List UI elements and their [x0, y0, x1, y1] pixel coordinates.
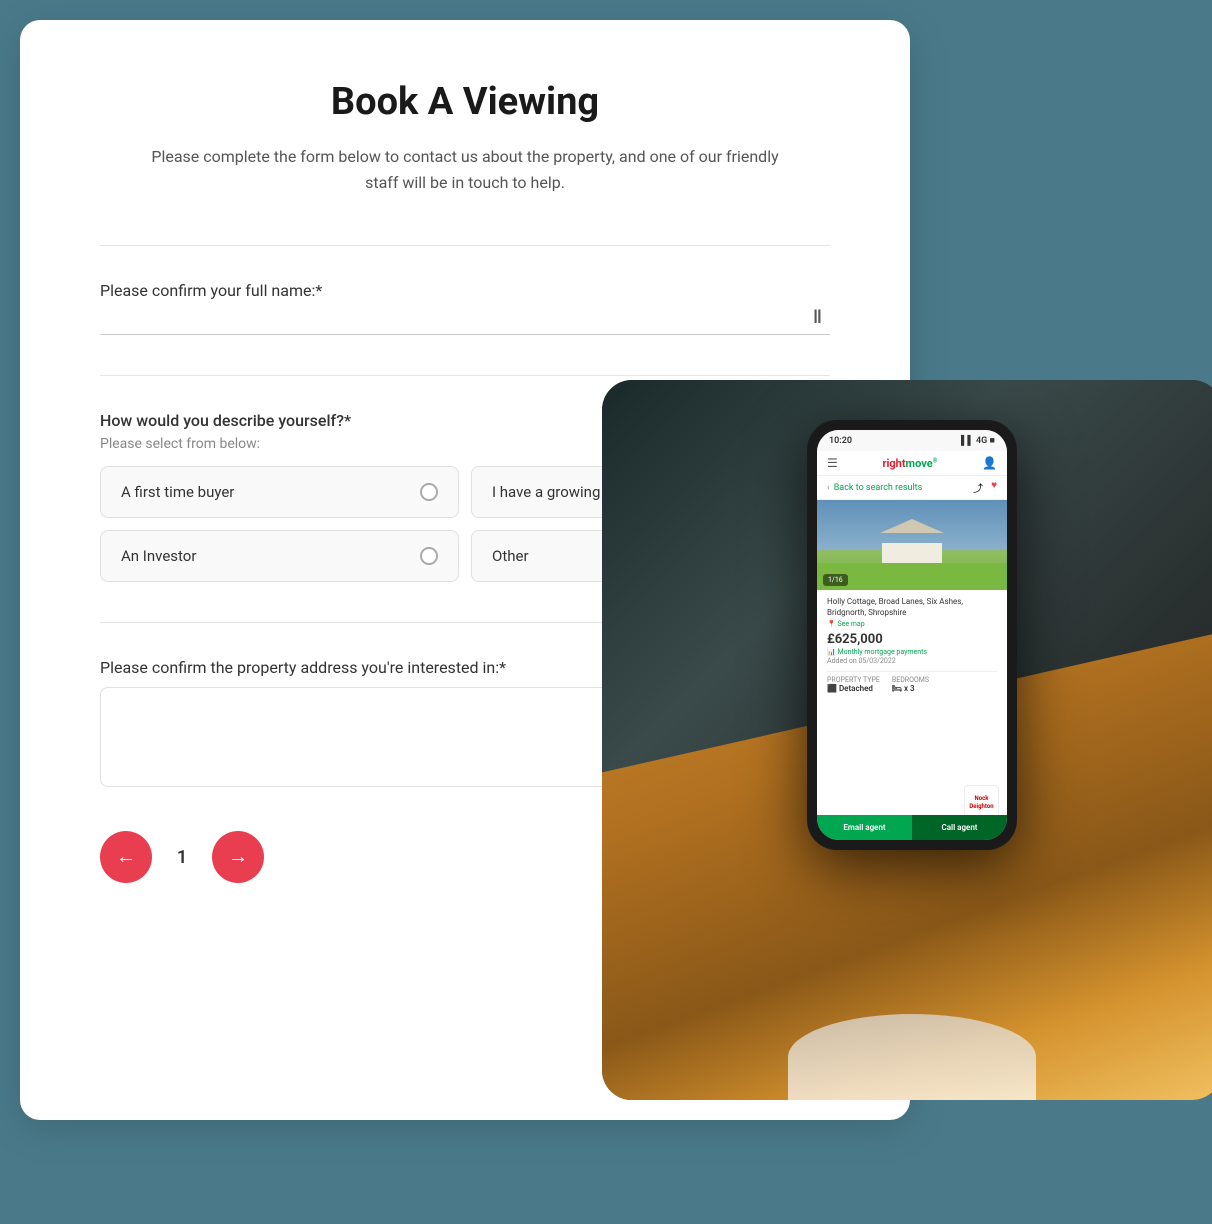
bedrooms-value: 🛏 x 3: [892, 684, 929, 693]
radio-label-investor: An Investor: [121, 547, 196, 565]
radio-label-first-time-buyer: A first time buyer: [121, 483, 234, 501]
back-text: Back to search results: [834, 483, 923, 493]
phone-device: 10:20 ▌▌ 4G ■ ☰ rightmove® 👤 ‹: [807, 420, 1017, 850]
hamburger-icon: ☰: [827, 456, 838, 470]
radio-option-first-time-buyer[interactable]: A first time buyer: [100, 466, 459, 518]
see-map-link[interactable]: 📍 See map: [827, 620, 997, 628]
profile-icon: 👤: [982, 456, 997, 470]
property-type-row: PROPERTY TYPE ⬛ Detached BEDROOMS 🛏: [827, 671, 997, 693]
heart-icon: ♥: [991, 480, 997, 495]
phone-overlay: 10:20 ▌▌ 4G ■ ☰ rightmove® 👤 ‹: [602, 380, 1212, 1100]
email-agent-button[interactable]: Email agent: [817, 815, 912, 840]
radio-circle-investor: [420, 547, 438, 565]
phone-share-heart: ⤴ ♥: [973, 480, 997, 495]
divider-2: [100, 375, 830, 376]
radio-circle-first-time-buyer: [420, 483, 438, 501]
map-pin-icon: 📍: [827, 620, 836, 628]
radio-label-other: Other: [492, 547, 529, 565]
name-input-wrapper: ‖: [100, 300, 830, 335]
phone-screen: 10:20 ▌▌ 4G ■ ☰ rightmove® 👤 ‹: [817, 430, 1007, 840]
phone-cta-bar: Email agent Call agent: [817, 815, 1007, 840]
phone-background: 10:20 ▌▌ 4G ■ ☰ rightmove® 👤 ‹: [602, 380, 1212, 1100]
property-type-value: ⬛ Detached: [827, 684, 880, 693]
share-icon: ⤴: [973, 480, 983, 495]
input-cursor-icon: ‖: [813, 307, 822, 328]
rightmove-logo: rightmove®: [844, 457, 976, 470]
prev-arrow-icon: ←: [116, 846, 136, 869]
mortgage-text: 📊 Monthly mortgage payments: [827, 648, 997, 656]
page-wrapper: Book A Viewing Please complete the form …: [0, 0, 1212, 1224]
detached-icon: ⬛: [827, 684, 837, 693]
property-image: 1/16: [817, 500, 1007, 590]
address-label: Please confirm the property address you'…: [100, 658, 506, 677]
house-roof: [880, 519, 944, 533]
mortgage-icon: 📊: [827, 648, 836, 656]
page-title: Book A Viewing: [100, 80, 830, 124]
property-info: Holly Cottage, Broad Lanes, Six Ashes, B…: [817, 590, 1007, 705]
prev-button[interactable]: ←: [100, 831, 152, 883]
property-address: Holly Cottage, Broad Lanes, Six Ashes, B…: [827, 596, 997, 618]
page-number: 1: [162, 847, 202, 868]
phone-signals: ▌▌ 4G ■: [961, 435, 995, 446]
shoes-area: [788, 1014, 1036, 1100]
phone-time: 10:20: [829, 436, 852, 446]
radio-option-investor[interactable]: An Investor: [100, 530, 459, 582]
name-section: Please confirm your full name:* ‖: [100, 281, 830, 335]
added-text: Added on 05/03/2022: [827, 657, 997, 665]
call-agent-button[interactable]: Call agent: [912, 815, 1007, 840]
next-button[interactable]: →: [212, 831, 264, 883]
name-label: Please confirm your full name:*: [100, 281, 322, 300]
bed-icon: 🛏: [892, 684, 902, 693]
bedrooms-label: BEDROOMS: [892, 676, 929, 684]
phone-status-bar: 10:20 ▌▌ 4G ■: [817, 430, 1007, 451]
property-price: £625,000: [827, 632, 997, 647]
name-input[interactable]: [100, 300, 830, 335]
next-arrow-icon: →: [228, 846, 248, 869]
image-counter: 1/16: [823, 574, 848, 586]
property-type-item: PROPERTY TYPE ⬛ Detached: [827, 676, 880, 693]
form-subtitle: Please complete the form below to contac…: [140, 144, 790, 195]
phone-back-row: ‹ Back to search results ⤴ ♥: [817, 476, 1007, 500]
back-arrow-icon: ‹: [827, 483, 830, 493]
divider: [100, 245, 830, 246]
bedrooms-item: BEDROOMS 🛏 x 3: [892, 676, 929, 693]
phone-nav-bar: ☰ rightmove® 👤: [817, 451, 1007, 476]
